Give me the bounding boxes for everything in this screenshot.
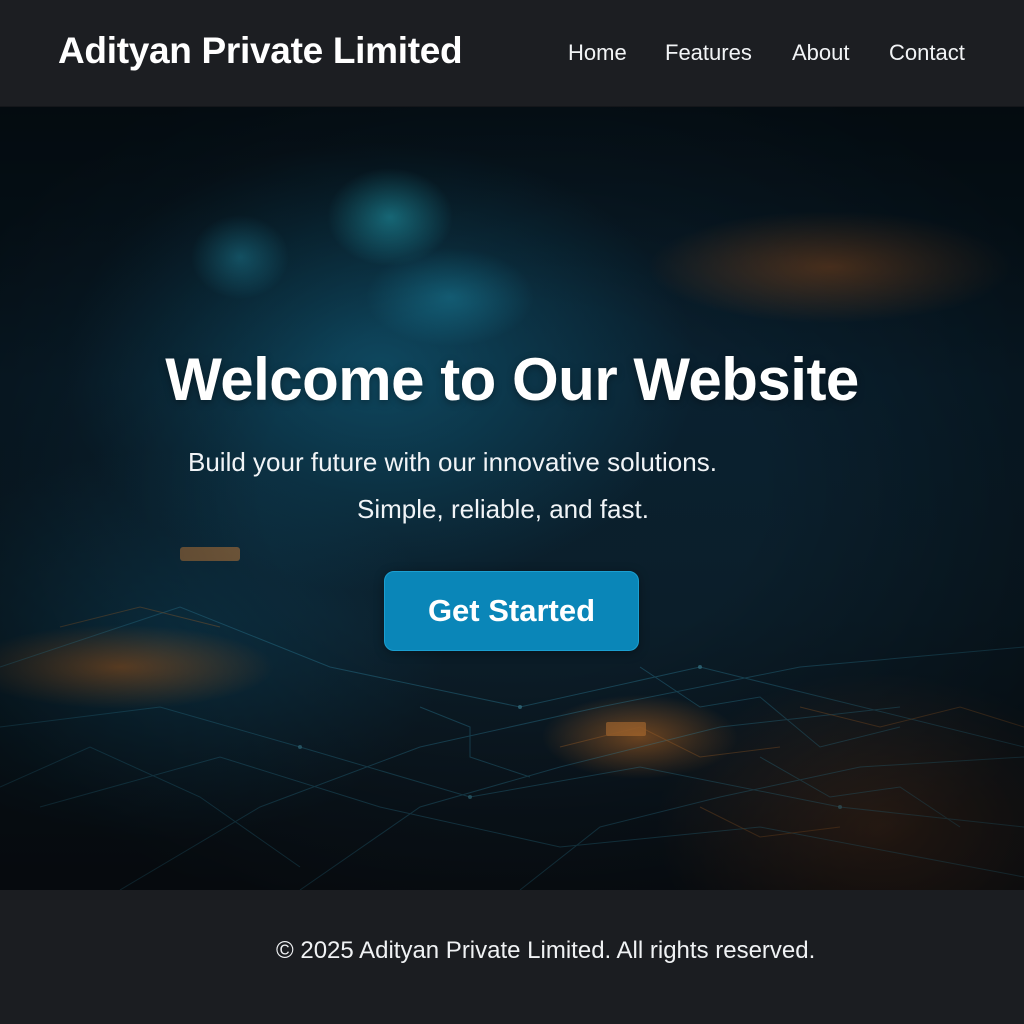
nav-link-features[interactable]: Features (665, 40, 752, 66)
nav-link-contact[interactable]: Contact (889, 40, 965, 66)
nav-link-home[interactable]: Home (568, 40, 627, 66)
hero-section: Welcome to Our Website Build your future… (0, 107, 1024, 890)
nav-link-about[interactable]: About (792, 40, 850, 66)
footer-copyright: © 2025 Adityan Private Limited. All righ… (276, 937, 816, 964)
hero-subtitle-line-2: Simple, reliable, and fast. (357, 494, 649, 524)
site-header: Adityan Private Limited Home Features Ab… (0, 0, 1024, 107)
landing-page: Adityan Private Limited Home Features Ab… (0, 0, 1024, 1024)
site-footer: © 2025 Adityan Private Limited. All righ… (0, 890, 1024, 1024)
hero-subtitle-line-1: Build your future with our innovative so… (188, 447, 717, 477)
main-nav: Home Features About Contact (0, 40, 1024, 70)
get-started-button[interactable]: Get Started (384, 571, 639, 651)
hero-title: Welcome to Our Website (165, 346, 859, 413)
